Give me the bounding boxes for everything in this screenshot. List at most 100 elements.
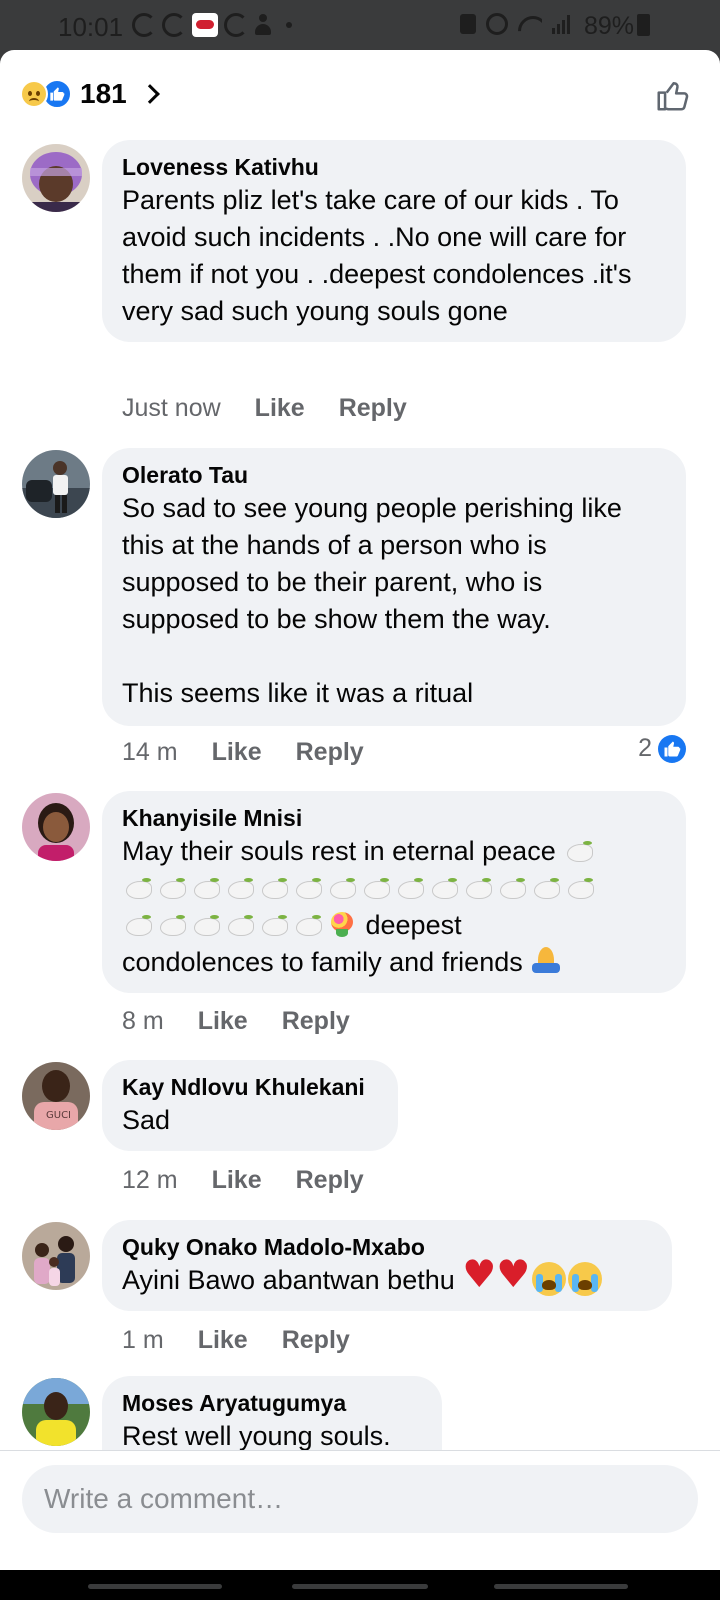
comment-text: May their souls rest in eternal peace de… bbox=[122, 833, 666, 981]
system-navigation-bar bbox=[0, 1570, 720, 1600]
dove-emoji bbox=[565, 838, 595, 864]
status-time: 10:01 bbox=[58, 12, 124, 42]
like-button[interactable] bbox=[654, 76, 692, 114]
battery-icon bbox=[637, 14, 650, 36]
dove-emoji bbox=[124, 912, 154, 938]
app-notification-icon bbox=[192, 13, 218, 37]
comment-like-button[interactable]: Like bbox=[212, 738, 262, 767]
nav-back-button[interactable] bbox=[494, 1584, 628, 1589]
dove-emoji bbox=[498, 875, 528, 901]
dot-icon bbox=[286, 22, 292, 28]
comment-text: Ayini Bawo abantwan bethu bbox=[122, 1256, 652, 1299]
comment-time: Just now bbox=[122, 394, 221, 422]
dove-emoji bbox=[294, 875, 324, 901]
comment-composer bbox=[0, 1450, 720, 1570]
comment-author[interactable]: Moses Aryatugumya bbox=[122, 1388, 422, 1418]
comment-reactions[interactable]: 2 bbox=[638, 734, 686, 763]
loudly-crying-face-emoji bbox=[568, 1262, 603, 1296]
dove-emoji bbox=[532, 875, 562, 901]
comment-reply-button[interactable]: Reply bbox=[282, 1326, 350, 1355]
comment-actions: 8 m Like Reply bbox=[122, 1007, 384, 1036]
avatar[interactable] bbox=[22, 793, 90, 861]
comment-like-button[interactable]: Like bbox=[212, 1166, 262, 1195]
battery-percent: 89% bbox=[583, 12, 634, 40]
alarm-icon bbox=[486, 13, 508, 35]
avatar[interactable]: GUCI bbox=[22, 1062, 90, 1130]
comment-reply-button[interactable]: Reply bbox=[339, 394, 407, 423]
comment-like-button[interactable]: Like bbox=[255, 394, 305, 423]
dove-emoji bbox=[124, 875, 154, 901]
comment-actions: Just now Like Reply bbox=[122, 394, 441, 423]
sad-reaction-icon bbox=[20, 80, 48, 108]
comment-actions: 14 m Like Reply bbox=[122, 738, 398, 767]
comment-actions: 1 m Like Reply bbox=[122, 1326, 384, 1355]
wifi-icon bbox=[518, 14, 542, 34]
comment-time: 1 m bbox=[122, 1326, 164, 1354]
comment-bubble: Loveness Kativhu Parents pliz let's take… bbox=[102, 140, 686, 342]
like-reaction-icon bbox=[658, 734, 686, 763]
comment-like-button[interactable]: Like bbox=[198, 1326, 248, 1355]
loudly-crying-face-emoji bbox=[532, 1262, 567, 1296]
comment-text: Parents pliz let's take care of our kids… bbox=[122, 185, 639, 326]
dove-emoji bbox=[566, 875, 596, 901]
lock-icon bbox=[460, 14, 476, 34]
comment-bubble: Olerato Tau So sad to see young people p… bbox=[102, 448, 686, 726]
status-left-icons bbox=[132, 13, 292, 37]
folded-hands-emoji bbox=[530, 945, 562, 975]
dove-emoji bbox=[294, 912, 324, 938]
avatar[interactable] bbox=[22, 1222, 90, 1290]
comment-author[interactable]: Olerato Tau bbox=[122, 460, 666, 490]
status-bar: 10:01 89% bbox=[0, 0, 720, 50]
comments-sheet: 181 Loveness Kativhu Parents pliz let's … bbox=[0, 50, 720, 1570]
comment-author[interactable]: Loveness Kativhu bbox=[122, 152, 666, 182]
dove-emoji bbox=[328, 875, 358, 901]
comment-author[interactable]: Quky Onako Madolo-Mxabo bbox=[122, 1232, 652, 1262]
chevron-right-icon bbox=[139, 84, 160, 104]
sync-icon bbox=[224, 13, 248, 37]
dove-emoji bbox=[192, 875, 222, 901]
comment-text: So sad to see young people perishing lik… bbox=[122, 493, 622, 708]
comment-reply-button[interactable]: Reply bbox=[296, 738, 364, 767]
comment-text-body: Ayini Bawo abantwan bethu bbox=[122, 1265, 463, 1295]
comment-author[interactable]: Khanyisile Mnisi bbox=[122, 803, 666, 833]
avatar[interactable] bbox=[22, 144, 90, 212]
reactions-summary[interactable]: 181 bbox=[20, 74, 160, 114]
dove-emoji bbox=[362, 875, 392, 901]
comment-text-start: May their souls rest in eternal peace bbox=[122, 836, 556, 866]
dove-emoji bbox=[158, 875, 188, 901]
sync-icon bbox=[132, 13, 156, 37]
dove-emoji bbox=[260, 875, 290, 901]
comment-time: 8 m bbox=[122, 1007, 164, 1035]
avatar[interactable] bbox=[22, 450, 90, 518]
bouquet-emoji bbox=[326, 909, 358, 939]
broken-heart-emoji bbox=[496, 1256, 530, 1294]
dove-emoji bbox=[396, 875, 426, 901]
comment-text-deepest: deepest bbox=[358, 910, 462, 940]
sheet-header: 181 bbox=[0, 50, 720, 140]
nav-home-button[interactable] bbox=[292, 1584, 428, 1589]
reaction-count: 181 bbox=[80, 78, 127, 109]
comments-list: Loveness Kativhu Parents pliz let's take… bbox=[0, 140, 720, 1500]
nav-recents-button[interactable] bbox=[88, 1584, 222, 1589]
dove-emoji bbox=[192, 912, 222, 938]
dove-emoji bbox=[260, 912, 290, 938]
dove-emoji bbox=[464, 875, 494, 901]
comment-bubble: Quky Onako Madolo-Mxabo Ayini Bawo abant… bbox=[102, 1220, 672, 1311]
person-icon bbox=[254, 14, 272, 36]
comment-text: Sad bbox=[122, 1105, 171, 1135]
status-right-icons bbox=[460, 13, 570, 35]
comment-reply-button[interactable]: Reply bbox=[296, 1166, 364, 1195]
comment-author[interactable]: Kay Ndlovu Khulekani bbox=[122, 1072, 378, 1102]
thumbs-up-icon bbox=[657, 82, 689, 111]
comment-reaction-count: 2 bbox=[638, 734, 652, 762]
comment-time: 14 m bbox=[122, 738, 178, 766]
comment-input[interactable] bbox=[22, 1465, 698, 1533]
comment-bubble: Kay Ndlovu Khulekani Sad bbox=[102, 1060, 398, 1151]
dove-emoji bbox=[158, 912, 188, 938]
dove-emoji bbox=[226, 875, 256, 901]
comment-reply-button[interactable]: Reply bbox=[282, 1007, 350, 1036]
avatar[interactable] bbox=[22, 1378, 90, 1446]
comment-bubble: Khanyisile Mnisi May their souls rest in… bbox=[102, 791, 686, 993]
comment-like-button[interactable]: Like bbox=[198, 1007, 248, 1036]
signal-icon bbox=[552, 14, 570, 34]
